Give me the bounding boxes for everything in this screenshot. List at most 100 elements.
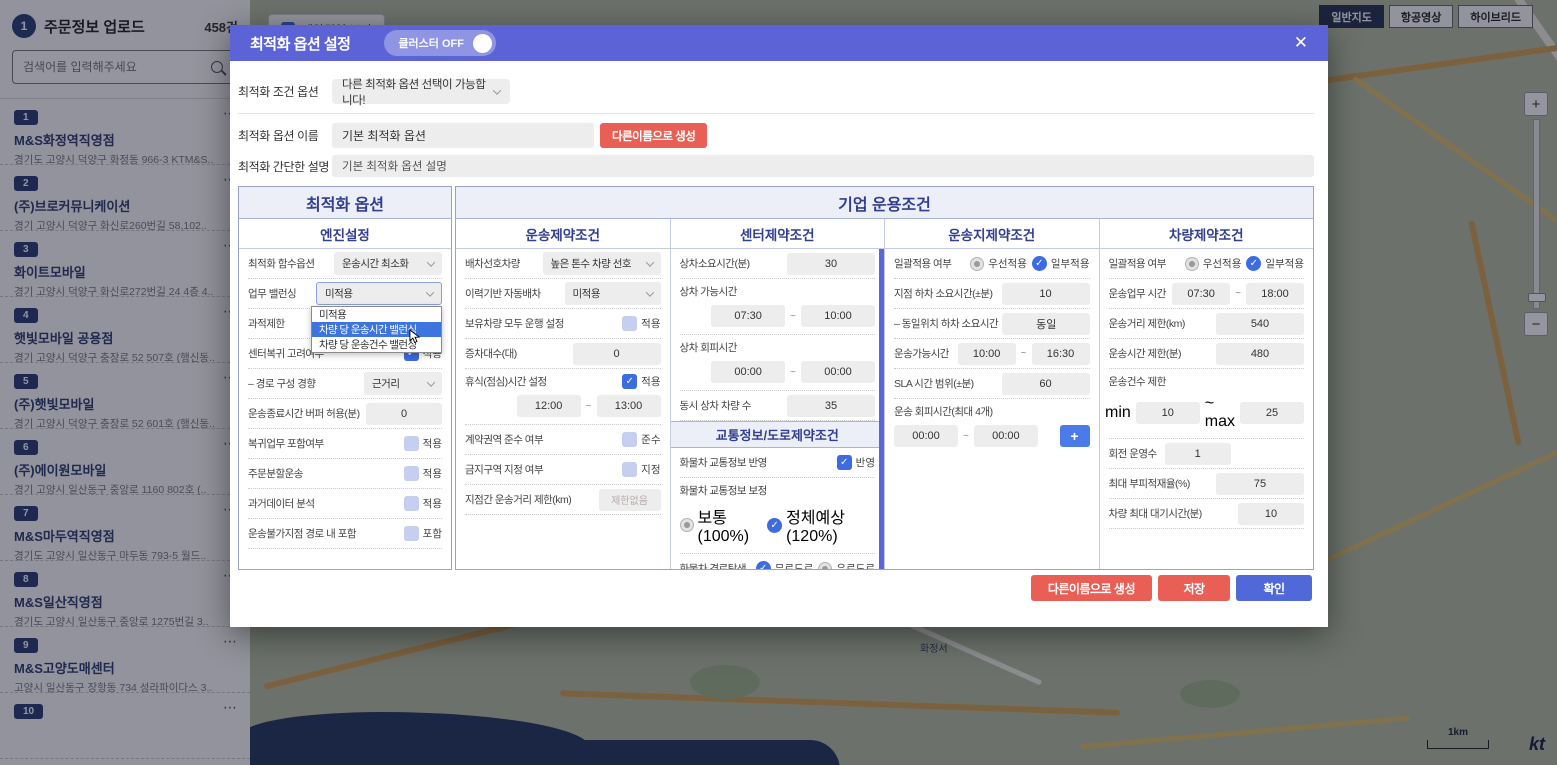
cluster-toggle-label: 클러스터 OFF	[398, 35, 464, 51]
checkbox-checked-icon[interactable]	[837, 455, 852, 470]
load-avoid-from-input[interactable]: 00:00	[711, 361, 785, 383]
cluster-toggle[interactable]: 클러스터 OFF	[384, 30, 496, 56]
unload-time-input[interactable]: 10	[1002, 283, 1090, 305]
return-work-value: 적용	[423, 436, 442, 451]
radio-checked-icon[interactable]	[756, 561, 771, 569]
radio-unselected-icon[interactable]	[818, 562, 832, 570]
veh-distance-input[interactable]: 540	[1216, 313, 1304, 335]
count-min-input[interactable]: 10	[1136, 402, 1200, 424]
center-constraints-column: 센터제약조건 상차소요시간(분) 30 상차 가능시간 07:30~10:00 …	[671, 219, 886, 569]
route-search-label: 화물차 경로탐색	[680, 561, 747, 569]
delivery-count-label: 운송건수 제한	[1109, 374, 1166, 389]
divider	[238, 113, 1314, 114]
end-buffer-input[interactable]: 0	[366, 403, 442, 425]
checkbox-unchecked-icon[interactable]	[404, 526, 419, 541]
dropdown-option[interactable]: 미적용	[312, 307, 441, 322]
work-balance-select[interactable]: 미적용	[316, 282, 442, 305]
max-wait-label: 차량 최대 대기시간(분)	[1109, 506, 1202, 521]
checkbox-unchecked-icon[interactable]	[404, 466, 419, 481]
condition-option-label: 최적화 조건 옵션	[238, 83, 332, 100]
traffic-adjust-option1: 보통(100%)	[698, 504, 763, 546]
extra-vehicles-label: 증차대수(대)	[465, 346, 517, 361]
traffic-reflect-label: 화물차 교통정보 반영	[680, 455, 767, 470]
checkbox-unchecked-icon[interactable]	[622, 462, 637, 477]
dest-batch-label: 일괄적용 여부	[894, 256, 951, 271]
load-time-label: 상차소요시간(분)	[680, 256, 750, 271]
condition-option-select[interactable]: 다른 최적화 옵션 선택이 가능합니다!	[332, 79, 510, 104]
history-analysis-label: 과거데이터 분석	[248, 496, 315, 511]
radio-checked-icon[interactable]	[767, 518, 782, 533]
chevron-down-icon	[645, 288, 653, 296]
chevron-down-icon	[645, 258, 653, 266]
radio-unselected-icon[interactable]	[1185, 257, 1199, 271]
radio-checked-icon[interactable]	[1246, 256, 1261, 271]
dest-avoid-to-input[interactable]: 00:00	[974, 425, 1038, 447]
auto-dispatch-label: 이력기반 자동배차	[465, 286, 541, 301]
option-name-input[interactable]: 기본 최적화 옵션	[332, 123, 594, 148]
count-max-label: ~ max	[1205, 395, 1235, 431]
route-tendency-select[interactable]: 근거리	[364, 372, 442, 395]
pref-vehicle-select[interactable]: 높은 톤수 차량 선호	[543, 252, 661, 275]
option-name-label: 최적화 옵션 이름	[238, 127, 332, 144]
add-avoid-time-button[interactable]: +	[1060, 425, 1090, 447]
load-window-to-input[interactable]: 10:00	[801, 305, 875, 327]
create-as-new-button[interactable]: 다른이름으로 생성	[600, 123, 707, 148]
count-max-input[interactable]: 25	[1240, 402, 1304, 424]
sla-range-input[interactable]: 60	[1002, 373, 1090, 395]
load-time-input[interactable]: 30	[787, 253, 875, 275]
radio-unselected-icon[interactable]	[680, 518, 694, 532]
tilde-separator: ~	[790, 311, 796, 322]
column-scrollbar[interactable]	[879, 249, 884, 569]
load-avoid-to-input[interactable]: 00:00	[801, 361, 875, 383]
dest-window-from-input[interactable]: 10:00	[958, 343, 1016, 365]
veh-distance-label: 운송거리 제한(km)	[1109, 316, 1185, 331]
vehicle-constraints-title: 차량제약조건	[1100, 219, 1314, 249]
simul-vehicles-input[interactable]: 35	[787, 395, 875, 417]
chevron-down-icon	[427, 378, 435, 386]
radio-unselected-icon[interactable]	[970, 257, 984, 271]
footer-create-as-button[interactable]: 다른이름으로 생성	[1031, 575, 1152, 601]
radio-checked-icon[interactable]	[1032, 256, 1047, 271]
checkbox-unchecked-icon[interactable]	[622, 432, 637, 447]
checkbox-unchecked-icon[interactable]	[622, 316, 637, 331]
opt-func-select[interactable]: 운송시간 최소화	[334, 252, 442, 275]
checkbox-unchecked-icon[interactable]	[404, 436, 419, 451]
modal-title: 최적화 옵션 설정	[250, 33, 350, 54]
traffic-road-section-title: 교통정보/도로제약조건	[671, 421, 885, 448]
checkbox-unchecked-icon[interactable]	[404, 496, 419, 511]
rotation-input[interactable]: 1	[1165, 443, 1231, 465]
max-wait-input[interactable]: 10	[1238, 503, 1304, 525]
rest-to-input[interactable]: 13:00	[597, 395, 661, 417]
work-time-from-input[interactable]: 07:30	[1172, 283, 1230, 305]
work-time-to-input[interactable]: 18:00	[1246, 283, 1304, 305]
dest-window-to-input[interactable]: 16:30	[1032, 343, 1090, 365]
point-distance-label: 지점간 운송거리 제한(km)	[465, 492, 571, 507]
point-distance-input[interactable]: 제한없음	[599, 489, 661, 511]
confirm-button[interactable]: 확인	[1236, 575, 1312, 601]
save-button[interactable]: 저장	[1158, 575, 1230, 601]
auto-dispatch-select[interactable]: 미적용	[565, 282, 661, 305]
checkbox-checked-icon[interactable]	[622, 374, 637, 389]
dropdown-option[interactable]: 차량 당 운송건수 밸런싱	[312, 337, 441, 352]
route-tendency-value: 근거리	[372, 376, 399, 391]
dest-avoid-label: 운송 회피시간(최대 4개)	[894, 404, 993, 419]
load-window-from-input[interactable]: 07:30	[711, 305, 785, 327]
vehicle-constraints-column: 차량제약조건 일괄적용 여부 우선적용 일부적용 운송업무 시간 07:30~1…	[1100, 219, 1314, 569]
dest-avoid-from-input[interactable]: 00:00	[894, 425, 958, 447]
close-icon[interactable]: ✕	[1294, 33, 1308, 53]
extra-vehicles-input[interactable]: 0	[573, 343, 661, 365]
rest-from-input[interactable]: 12:00	[517, 395, 581, 417]
end-buffer-label: 운송종료시간 버퍼 허용(분)	[248, 406, 360, 421]
option-desc-input[interactable]: 기본 최적화 옵션 설명	[332, 155, 1314, 177]
chevron-down-icon	[427, 258, 435, 266]
dropdown-option-highlighted[interactable]: 차량 당 운송시간 밸런싱	[312, 322, 441, 337]
optimization-option-table: 최적화 옵션 엔진설정 최적화 함수옵션 운송시간 최소화 업무 밸런싱 미적용…	[238, 186, 452, 570]
order-split-label: 주문분할운송	[248, 466, 303, 481]
corporate-conditions-table: 기업 운용조건 운송제약조건 배차선호차량 높은 톤수 차량 선호 이력기반 자…	[455, 186, 1314, 570]
volume-rate-input[interactable]: 75	[1216, 473, 1304, 495]
condition-option-value: 다른 최적화 옵션 선택이 가능합니다!	[342, 76, 494, 108]
modal-body: 최적화 조건 옵션 다른 최적화 옵션 선택이 가능합니다! 최적화 옵션 이름…	[230, 61, 1328, 570]
same-location-input[interactable]: 동일	[1002, 313, 1090, 335]
veh-time-input[interactable]: 480	[1216, 343, 1304, 365]
work-time-label: 운송업무 시간	[1109, 286, 1166, 301]
